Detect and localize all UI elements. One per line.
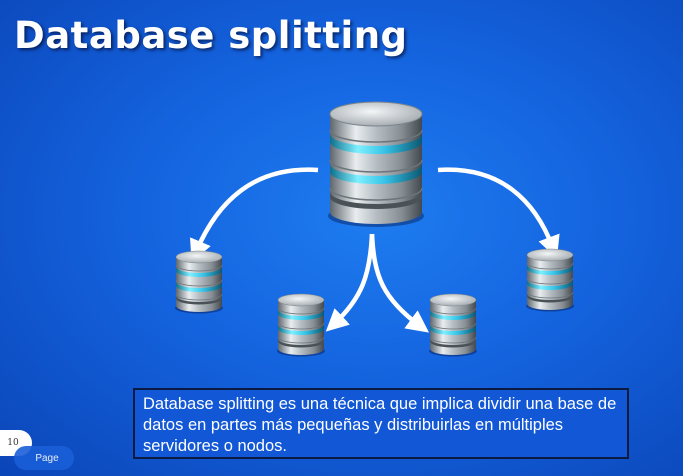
page-label: Page	[14, 446, 74, 470]
database-icon	[276, 293, 326, 357]
arrow-icon	[437, 167, 560, 259]
arrow-icon	[369, 233, 430, 333]
slide: Database splitting Database splitting es…	[0, 0, 683, 476]
database-icon	[327, 101, 425, 228]
arrow-icon	[190, 167, 319, 263]
database-icon	[428, 293, 478, 357]
arrow-icon	[325, 233, 375, 332]
description-box: Database splitting es una técnica que im…	[133, 388, 629, 459]
database-icon	[174, 250, 224, 314]
database-icon	[525, 248, 575, 312]
